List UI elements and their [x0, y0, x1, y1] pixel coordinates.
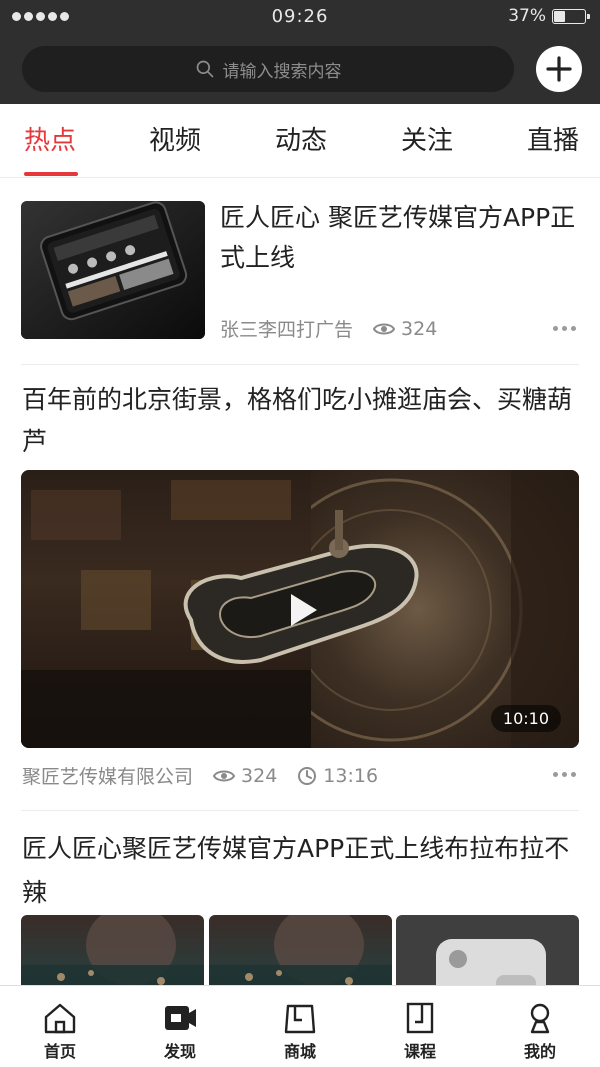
play-icon[interactable]: [279, 588, 323, 632]
device-image: [436, 939, 546, 995]
nav-item-profile[interactable]: 我的: [480, 986, 600, 1067]
nav-label: 课程: [403, 1042, 436, 1061]
bottom-navigation: 首页 发现 商城 课程 我的: [0, 985, 600, 1067]
nav-label: 首页: [43, 1042, 76, 1061]
view-count-value: 324: [401, 317, 438, 340]
article-author: 张三李四打广告: [220, 319, 354, 341]
tab-hot[interactable]: 热点: [24, 104, 76, 178]
active-tab-indicator: [24, 172, 78, 176]
publish-time-value: 13:16: [323, 764, 379, 787]
article-image-2[interactable]: [209, 915, 392, 995]
clock-icon: [298, 766, 317, 785]
article-title[interactable]: 匠人匠心聚匠艺传媒官方APP正式上线布拉布拉不辣: [22, 827, 582, 915]
article-meta: 聚匠艺传媒有限公司 324 13:16: [22, 762, 378, 789]
article-author: 聚匠艺传媒有限公司: [22, 766, 194, 788]
article-image-3[interactable]: [396, 915, 579, 995]
search-placeholder: 请输入搜索内容: [222, 61, 342, 82]
article-title[interactable]: 匠人匠心 聚匠艺传媒官方APP正式上线: [220, 198, 580, 278]
scene-image: [21, 915, 204, 995]
publish-time: 13:16: [297, 765, 378, 787]
nav-item-home[interactable]: 首页: [0, 986, 120, 1067]
battery-fill: [554, 10, 566, 22]
nav-label: 发现: [163, 1042, 196, 1061]
more-options-icon[interactable]: [553, 772, 576, 777]
search-input[interactable]: 请输入搜索内容: [22, 46, 514, 92]
battery-percent: 37%: [508, 6, 546, 26]
battery-icon: [552, 8, 590, 24]
divider: [21, 810, 579, 811]
tab-live[interactable]: 直播: [527, 104, 579, 178]
tab-dynamic[interactable]: 动态: [275, 104, 327, 178]
eye-icon: [213, 770, 236, 781]
tab-follow[interactable]: 关注: [401, 104, 453, 178]
divider: [21, 364, 579, 365]
article-image-1[interactable]: [21, 915, 204, 995]
top-bar: 09:26 37% 请输入搜索内容: [0, 0, 600, 104]
article-meta: 张三李四打广告 324: [220, 315, 437, 342]
battery-indicator: 37%: [508, 6, 590, 26]
plus-icon: [546, 56, 572, 82]
view-count: 324: [373, 318, 437, 340]
view-count-value: 324: [241, 764, 278, 787]
video-duration: 10:10: [490, 705, 561, 732]
eye-icon: [373, 323, 396, 334]
video-player[interactable]: 10:10: [21, 470, 579, 748]
user-icon: [530, 1003, 550, 1034]
nav-item-course[interactable]: 课程: [360, 986, 480, 1067]
scene-image: [209, 915, 392, 995]
nav-item-discover[interactable]: 发现: [120, 986, 240, 1067]
article-card-1[interactable]: 匠人匠心 聚匠艺传媒官方APP正式上线 张三李四打广告 324: [0, 178, 600, 364]
status-bar: 09:26 37%: [0, 0, 600, 34]
more-options-icon[interactable]: [553, 326, 576, 331]
article-thumbnail: [21, 201, 205, 339]
add-button[interactable]: [536, 46, 582, 92]
shopping-bag-icon: [284, 1004, 316, 1034]
view-count: 324: [213, 765, 277, 787]
home-icon: [44, 1003, 76, 1034]
nav-label: 商城: [283, 1042, 316, 1061]
phone-mockup-image: [21, 201, 205, 339]
course-book-icon: [406, 1002, 434, 1034]
nav-label: 我的: [523, 1042, 556, 1061]
article-title[interactable]: 百年前的北京街景，格格们吃小摊逛庙会、买糖葫芦: [22, 379, 582, 463]
search-icon: [196, 60, 213, 78]
video-camera-icon: [165, 1006, 196, 1030]
nav-item-shop[interactable]: 商城: [240, 986, 360, 1067]
category-tabs: 热点 视频 动态 关注 直播: [0, 104, 600, 178]
tab-video[interactable]: 视频: [149, 104, 201, 178]
